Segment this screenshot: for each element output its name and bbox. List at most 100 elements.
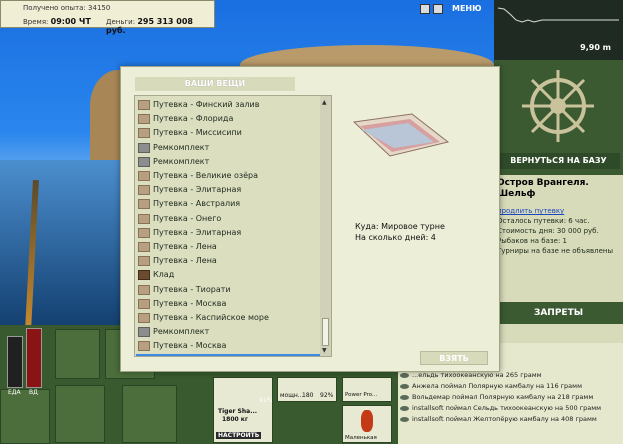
item-row[interactable]: Путевка - Австралия [136, 197, 320, 211]
bans-header[interactable]: ЗАПРЕТЫ [494, 302, 623, 324]
reel-slot[interactable]: мощн... 180 92% [277, 377, 337, 402]
depth-value: 9,90 m [580, 43, 611, 52]
item-row[interactable]: Путевка - Миссисипи [136, 126, 320, 140]
item-label: Путевка - Флорида [153, 114, 234, 124]
item-label: Путевка - Великие озёра [153, 171, 259, 180]
item-label: Путевка - Элитарная [153, 227, 242, 237]
ticket-preview-icon [352, 113, 450, 157]
item-label: Путевка - Каспийское море [153, 313, 269, 322]
item-label: Путевка - Москва [153, 298, 227, 308]
items-scrollbar[interactable]: ▲ ▼ [320, 96, 331, 356]
item-label: Путевка - Онего [153, 213, 222, 223]
item-row[interactable]: Ремкомплект [136, 141, 320, 155]
lure-icon [361, 410, 373, 432]
item-row[interactable]: Путевка - Москва [136, 297, 320, 311]
item-label: Путевка - Австралия [153, 199, 241, 209]
bait-bag-slot[interactable] [55, 385, 105, 443]
repair-kit-icon [138, 327, 150, 338]
log-row: installsoft поймал Желтопёрую камбалу на… [398, 414, 623, 425]
item-label: Клад [153, 270, 175, 280]
stamina-gauge [26, 328, 42, 388]
item-label: Путевка - Тиорати [153, 284, 231, 294]
time-label: Время: [23, 18, 49, 26]
day-cost: Стоимость дня: 30 000 руб. [497, 227, 599, 235]
item-row[interactable]: Путевка - Лена [136, 254, 320, 268]
pot-slot[interactable] [0, 389, 50, 444]
item-label: Путевка - Лена [153, 256, 217, 266]
log-row: Вольдемар поймал Полярную камбалу на 218… [398, 392, 623, 403]
scroll-down-icon[interactable]: ▼ [322, 347, 327, 354]
ticket-icon [138, 199, 150, 210]
item-details: Куда: Мировое турне На сколько дней: 4 [355, 221, 445, 243]
camera-icon[interactable] [433, 4, 443, 14]
line-label: Power Pro... [345, 392, 378, 398]
food-gauge-label: ЕДА [8, 389, 21, 396]
ship-wheel-icon [522, 70, 594, 142]
ticket-icon [138, 114, 150, 125]
hud-info-panel: Получено опыта: 34150 Время: 09:00 ЧТ Де… [0, 0, 215, 35]
scroll-thumb[interactable] [322, 318, 329, 346]
item-row[interactable]: Путевка - Москва [136, 339, 320, 353]
dialog-title: ВАШИ ВЕЩИ [135, 77, 295, 91]
setup-button[interactable]: НАСТРОИТЬ [216, 432, 262, 439]
item-label: Путевка - Москва [153, 341, 227, 351]
scroll-up-icon[interactable]: ▲ [322, 99, 327, 106]
item-label: Путевка - Финский залив [153, 100, 260, 109]
return-to-base-button[interactable]: ВЕРНУТЬСЯ НА БАЗУ [497, 153, 620, 169]
item-row[interactable]: Ремкомплект [136, 325, 320, 339]
rod-weight: 1800 кг [222, 416, 248, 423]
location-info: Остров Врангеля. Шельф продлить путевку … [497, 178, 621, 256]
ticket-icon [138, 171, 150, 181]
item-label: Ремкомплект [153, 142, 210, 152]
location-title-line2: Шельф [497, 189, 536, 199]
item-label: Путевка - Мировое турне [153, 354, 260, 357]
tournaments-status: Турниры на базе не объявлены [497, 247, 614, 255]
item-days: На сколько дней: 4 [355, 233, 436, 242]
item-row[interactable]: Путевка - Тиорати [136, 283, 320, 297]
anglers-count: Рыбаков на базе: 1 [497, 237, 567, 245]
ticket-icon [138, 185, 150, 196]
extend-ticket-link[interactable]: продлить путевку [497, 207, 564, 215]
item-row[interactable]: Путевка - Флорида [136, 112, 320, 126]
items-list[interactable]: Путевка - Финский залив Путевка - Флорида… [134, 95, 332, 357]
item-label: Ремкомплект [153, 156, 210, 166]
ticket-icon [138, 256, 150, 267]
repair-kit-icon [138, 142, 150, 153]
pause-icon[interactable] [420, 4, 430, 14]
item-row[interactable]: Путевка - Каспийское море [136, 311, 320, 325]
rod-condition-percent: 91% [259, 397, 273, 404]
item-label: Путевка - Лена [153, 242, 217, 251]
treasure-icon [138, 270, 150, 281]
log-row: Анжела поймал Полярную камбалу на 116 гр… [398, 381, 623, 392]
log-row: installsoft поймал Сельдь тихоокеанскую … [398, 403, 623, 414]
ticket-icon [138, 284, 150, 295]
item-row[interactable]: Клад [136, 268, 320, 282]
food-gauge [7, 336, 23, 388]
ticket-icon [138, 213, 150, 224]
item-row[interactable]: Путевка - Онего [136, 212, 320, 226]
reel-percent: 92% [320, 392, 334, 399]
item-row[interactable]: Путевка - Элитарная [136, 183, 320, 197]
lure-slot[interactable]: Маленькая [342, 405, 392, 443]
item-label: Ремкомплект [153, 327, 210, 337]
menu-button[interactable]: МЕНЮ [452, 4, 482, 13]
time-value: 09:00 ЧТ [50, 17, 91, 26]
ticket-icon [138, 313, 150, 323]
item-row[interactable]: Путевка - Элитарная [136, 226, 320, 240]
item-row[interactable]: Путевка - Лена [136, 240, 320, 254]
item-row[interactable]: Ремкомплект [136, 155, 320, 169]
money-label: Деньги: [106, 18, 136, 26]
ticket-icon [138, 355, 150, 356]
bucket-slot[interactable] [122, 385, 177, 443]
item-row[interactable]: Путевка - Финский залив [136, 98, 320, 112]
rod-slot[interactable]: Tiger Sha... 1800 кг НАСТРОИТЬ [213, 377, 273, 443]
tackle-box-slot[interactable] [55, 329, 100, 379]
bait-label: Маленькая [345, 435, 377, 441]
ticket-icon [138, 341, 150, 352]
ticket-icon [138, 227, 150, 238]
item-row[interactable]: Путевка - Великие озёра [136, 169, 320, 183]
ticket-icon [138, 242, 150, 252]
item-row[interactable]: Путевка - Мировое турне [136, 353, 320, 357]
line-slot[interactable]: Power Pro... [342, 377, 392, 402]
take-button[interactable]: ВЗЯТЬ [420, 351, 488, 365]
